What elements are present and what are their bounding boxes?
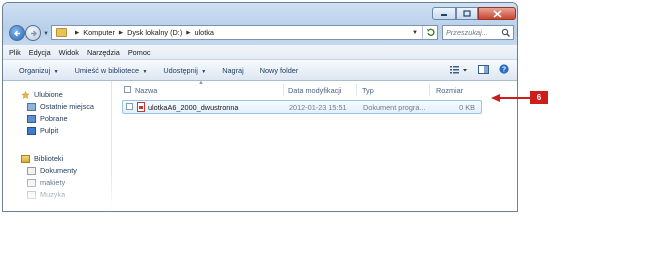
pdf-file-icon bbox=[137, 102, 145, 112]
menu-file[interactable]: Plik bbox=[9, 48, 21, 57]
file-list: ▲ Nazwa Data modyfikacji Typ Rozmiar ulo… bbox=[112, 80, 517, 211]
desktop-icon bbox=[27, 126, 36, 135]
nav-item-label: Pobrane bbox=[40, 114, 68, 123]
downloads-icon bbox=[27, 114, 36, 123]
menu-help[interactable]: Pomoc bbox=[128, 48, 151, 57]
back-button[interactable] bbox=[9, 25, 25, 41]
menu-bar: Plik Edycja Widok Narzędzia Pomoc bbox=[3, 45, 517, 60]
nav-group-label: Ulubione bbox=[34, 90, 63, 99]
file-row[interactable]: ulotkaA6_2000_dwustronna 2012-01-23 15:5… bbox=[122, 100, 482, 114]
nav-item-music[interactable]: Muzyka bbox=[27, 190, 65, 199]
search-icon bbox=[501, 28, 510, 37]
chevron-right-icon[interactable]: ▶ bbox=[75, 30, 79, 36]
nav-group-libraries[interactable]: Biblioteki bbox=[21, 154, 63, 163]
chevron-right-icon[interactable]: ▶ bbox=[119, 30, 123, 36]
title-bar: ▼ ▶ Komputer ▶ Dysk lokalny (D:) ▶ ulotk… bbox=[3, 3, 517, 45]
refresh-icon bbox=[426, 28, 435, 36]
recent-places-icon bbox=[27, 102, 36, 111]
share-button[interactable]: Udostępnij ▼ bbox=[163, 66, 206, 75]
explorer-window: ▼ ▶ Komputer ▶ Dysk lokalny (D:) ▶ ulotk… bbox=[2, 2, 518, 212]
callout-badge: 6 bbox=[530, 91, 548, 104]
arrow-right-icon bbox=[30, 30, 37, 37]
libraries-icon bbox=[21, 154, 30, 163]
column-name[interactable]: Nazwa bbox=[135, 86, 157, 95]
breadcrumb-drive[interactable]: Dysk lokalny (D:) bbox=[127, 28, 182, 37]
file-type: Dokument progra... bbox=[363, 103, 426, 112]
folder-icon bbox=[56, 28, 67, 37]
search-input[interactable]: Przeszukaj... bbox=[446, 28, 501, 37]
search-box[interactable]: Przeszukaj... bbox=[442, 25, 514, 40]
column-size[interactable]: Rozmiar bbox=[436, 86, 463, 95]
file-name: ulotkaA6_2000_dwustronna bbox=[148, 103, 239, 112]
dropdown-arrow-icon: ▼ bbox=[52, 68, 59, 75]
column-type[interactable]: Typ bbox=[362, 86, 374, 95]
nav-item-label: Ostatnie miejsca bbox=[40, 102, 94, 111]
nav-group-favorites[interactable]: Ulubione bbox=[21, 90, 63, 99]
minimize-icon bbox=[441, 14, 447, 16]
column-divider[interactable] bbox=[283, 84, 284, 96]
preview-pane-icon[interactable] bbox=[478, 64, 489, 74]
recent-pages-dropdown[interactable]: ▼ bbox=[43, 31, 49, 37]
menu-edit[interactable]: Edycja bbox=[29, 48, 51, 57]
nav-item-label: makiety bbox=[40, 178, 66, 187]
breadcrumb-computer[interactable]: Komputer bbox=[83, 28, 115, 37]
view-controls: ? bbox=[450, 64, 509, 74]
library-label: Umieść w bibliotece bbox=[74, 65, 140, 75]
library-folder-icon bbox=[27, 178, 36, 187]
maximize-button[interactable] bbox=[456, 7, 478, 20]
music-icon bbox=[27, 190, 36, 199]
burn-button[interactable]: Nagraj bbox=[222, 66, 244, 75]
documents-icon bbox=[27, 166, 36, 175]
nav-item-documents[interactable]: Dokumenty bbox=[27, 166, 77, 175]
minimize-button[interactable] bbox=[432, 7, 456, 20]
window-controls bbox=[432, 7, 516, 20]
file-date: 2012-01-23 15:51 bbox=[289, 103, 347, 112]
close-button[interactable] bbox=[478, 7, 516, 20]
menu-tools[interactable]: Narzędzia bbox=[87, 48, 120, 57]
dropdown-arrow-icon: ▼ bbox=[141, 68, 148, 75]
nav-item-makiety[interactable]: makiety bbox=[27, 178, 65, 187]
nav-item-downloads[interactable]: Pobrane bbox=[27, 114, 68, 123]
include-in-library-button[interactable]: Umieść w bibliotece ▼ bbox=[75, 66, 148, 75]
menu-view[interactable]: Widok bbox=[59, 48, 79, 57]
address-bar[interactable]: ▶ Komputer ▶ Dysk lokalny (D:) ▶ ulotka … bbox=[51, 25, 438, 40]
forward-button[interactable] bbox=[25, 25, 41, 41]
maximize-icon bbox=[463, 10, 471, 17]
file-size: 0 KB bbox=[459, 103, 475, 112]
select-all-checkbox[interactable] bbox=[124, 86, 131, 93]
command-bar: Organizuj ▼ Umieść w bibliotece ▼ Udostę… bbox=[3, 60, 517, 81]
nav-item-recent-places[interactable]: Ostatnie miejsca bbox=[27, 102, 94, 111]
nav-item-label: Pulpit bbox=[40, 126, 59, 135]
callout-arrow-icon bbox=[491, 94, 530, 102]
navigation-pane: Ulubione Ostatnie miejsca Pobrane Pulpit… bbox=[3, 81, 112, 211]
file-checkbox[interactable] bbox=[126, 103, 133, 110]
column-divider[interactable] bbox=[356, 84, 357, 96]
dropdown-arrow-icon: ▼ bbox=[199, 68, 207, 75]
close-icon bbox=[492, 10, 502, 18]
nav-item-label: Muzyka bbox=[40, 190, 66, 199]
view-options-icon[interactable] bbox=[450, 65, 468, 74]
help-icon[interactable]: ? bbox=[499, 64, 509, 74]
address-dropdown-button[interactable]: ▼ bbox=[408, 30, 422, 36]
nav-item-label: Dokumenty bbox=[40, 166, 77, 175]
column-divider[interactable] bbox=[429, 84, 430, 96]
column-date-modified[interactable]: Data modyfikacji bbox=[288, 86, 342, 95]
star-icon bbox=[21, 90, 30, 99]
organize-button[interactable]: Organizuj ▼ bbox=[19, 66, 59, 75]
nav-item-desktop[interactable]: Pulpit bbox=[27, 126, 58, 135]
nav-group-label: Biblioteki bbox=[34, 154, 64, 163]
organize-label: Organizuj bbox=[19, 65, 51, 75]
breadcrumb-folder[interactable]: ulotka bbox=[194, 28, 213, 37]
new-folder-button[interactable]: Nowy folder bbox=[260, 66, 299, 75]
arrow-left-icon bbox=[13, 30, 20, 37]
share-label: Udostępnij bbox=[163, 65, 198, 75]
column-headers: ▲ Nazwa Data modyfikacji Typ Rozmiar bbox=[112, 80, 517, 97]
refresh-button[interactable] bbox=[422, 26, 437, 39]
sort-up-icon: ▲ bbox=[198, 80, 204, 86]
svg-text:?: ? bbox=[502, 67, 506, 74]
chevron-right-icon[interactable]: ▶ bbox=[186, 30, 190, 36]
